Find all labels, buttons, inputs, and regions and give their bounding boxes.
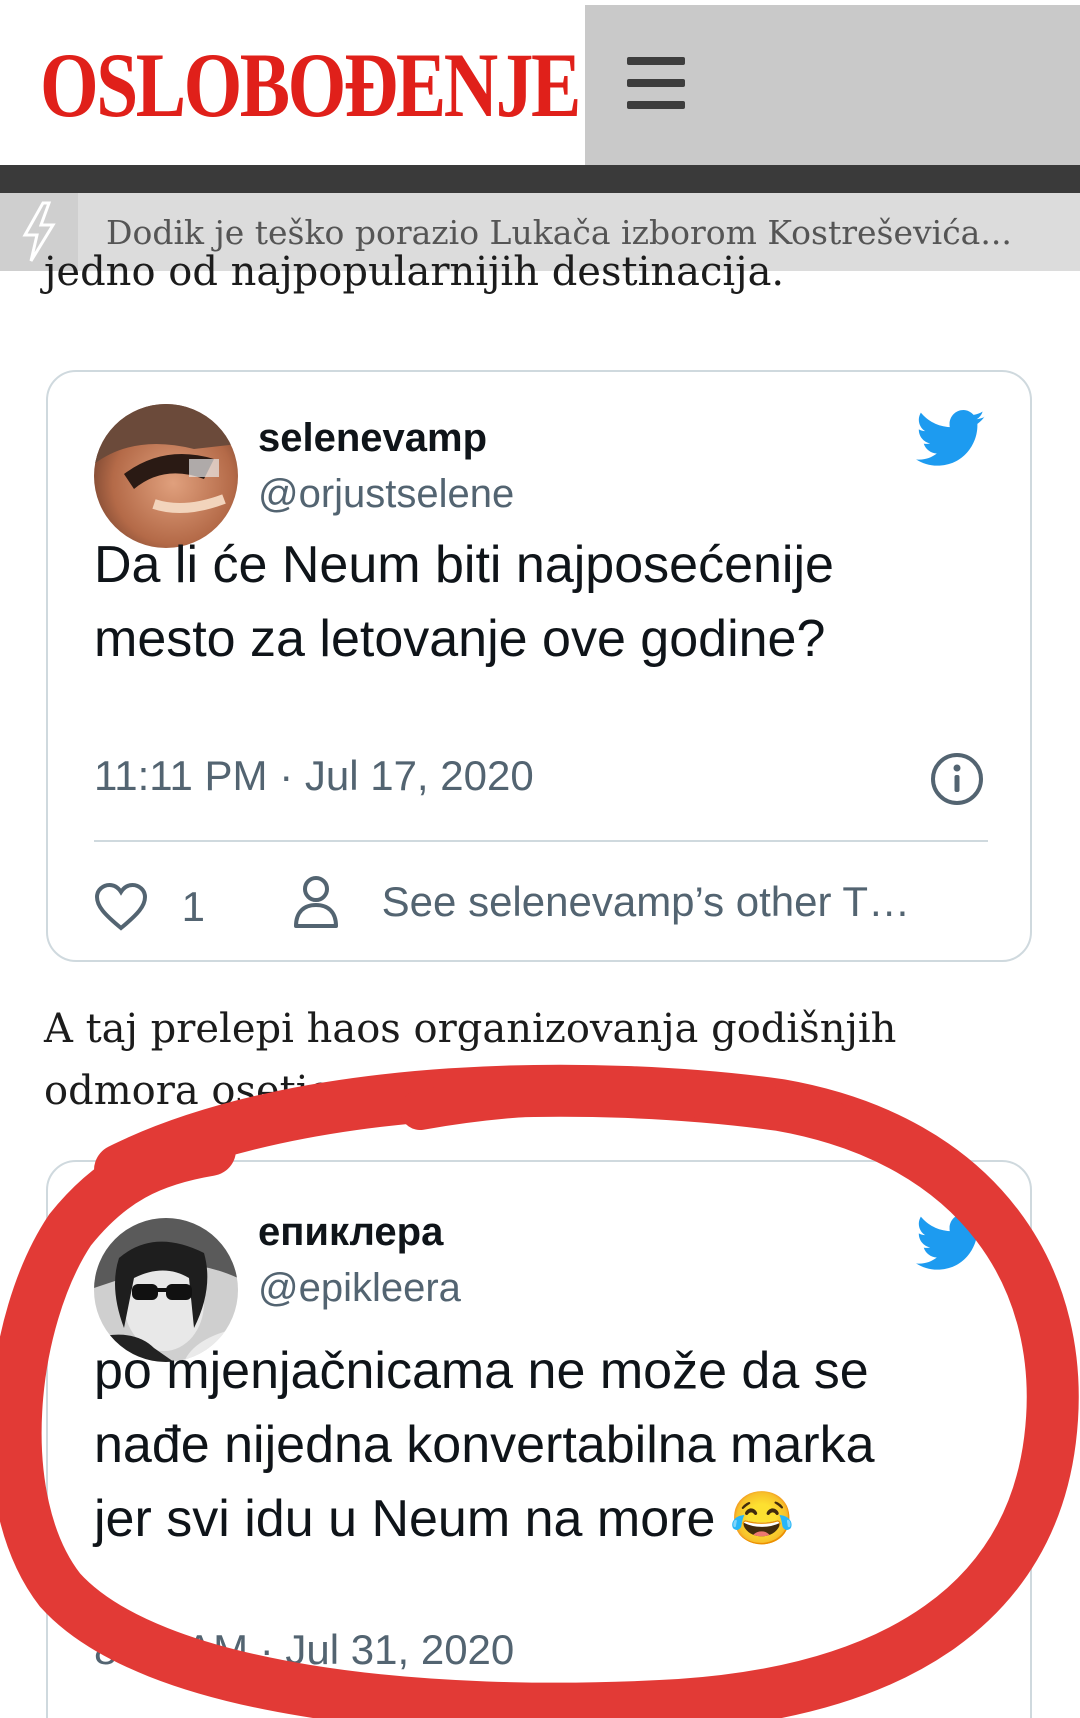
see-other-tweets-link[interactable]: See selenevamp’s other T… [292,874,910,930]
tweet-divider [94,840,988,842]
embedded-tweet[interactable]: selenevamp @orjustselene Da li će Neum b… [46,370,1032,962]
article-paragraph: jedno od najpopularnijih destinacija. [44,249,785,295]
like-count: 1 [181,882,206,930]
tweet-text: po mjenjačnicama ne može da se nađe nije… [94,1334,994,1556]
article-paragraph-line: odmora osetio se na svakom koraku. [44,1068,785,1114]
site-header: OSLOBOĐENJE [0,0,1080,165]
article-paragraph: A taj prelepi haos organizovanja godišnj… [44,998,896,1122]
tweet-author-name[interactable]: епиклера [258,1210,443,1255]
site-logo[interactable]: OSLOBOĐENJE [40,30,581,140]
tweet-timestamp[interactable]: 8:16 AM · Jul 31, 2020 [94,1626,514,1674]
article-paragraph-line: A taj prelepi haos organizovanja godišnj… [44,1006,897,1052]
info-icon[interactable] [930,752,984,810]
hamburger-menu-icon [627,57,685,109]
heart-icon [94,882,148,931]
tweet-text-line: po mjenjačnicama ne može da se [94,1342,869,1400]
like-button[interactable]: 1 [94,880,205,932]
tweet-author-name[interactable]: selenevamp [258,416,487,461]
see-other-tweets-label: See selenevamp’s other T… [381,878,911,925]
page: OSLOBOĐENJE Dodik je teško porazio Lukač… [0,0,1080,1718]
tweet-author-handle[interactable]: @orjustselene [258,472,514,517]
person-icon [294,876,338,928]
header-divider-bar [0,165,1080,193]
avatar[interactable] [94,404,238,548]
tweet-text: Da li će Neum biti najposećenije mesto z… [94,528,994,676]
tweet-text-line: jer svi idu u Neum na more 😂 [94,1490,795,1548]
menu-button[interactable] [585,5,1080,165]
tweet-timestamp[interactable]: 11:11 PM · Jul 17, 2020 [94,752,534,800]
tweet-text-line: nađe nijedna konvertabilna marka [94,1416,875,1474]
twitter-bird-icon[interactable] [915,1214,986,1276]
tweet-text-line: mesto za letovanje ove godine? [94,610,826,668]
embedded-tweet[interactable]: епиклера @epikleera po mjenjačnicama ne … [46,1160,1032,1718]
tweet-text-line: Da li će Neum biti najposećenije [94,536,834,594]
twitter-bird-icon[interactable] [915,410,986,472]
tweet-author-handle[interactable]: @epikleera [258,1266,461,1311]
